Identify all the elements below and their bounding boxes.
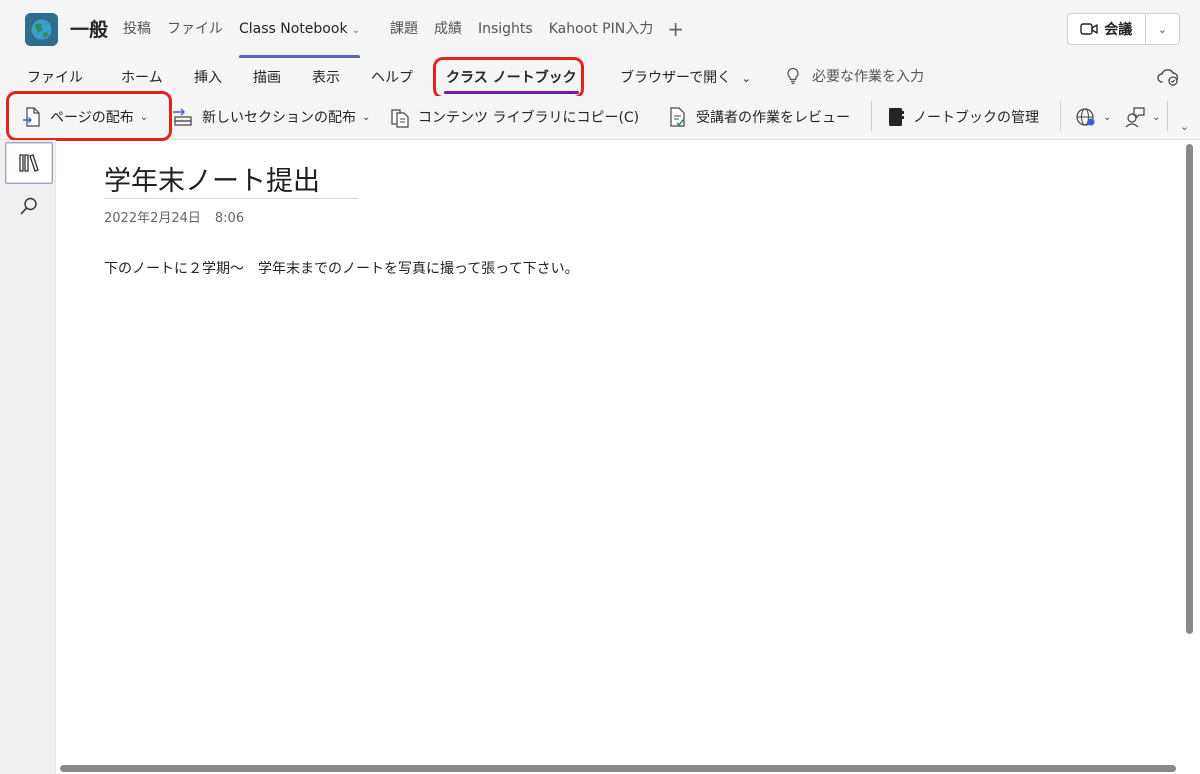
chevron-down-icon[interactable]: ⌄	[352, 25, 360, 36]
channel-tab-bar: 投稿 ファイル Class Notebook ⌄ 課題 成績 Insights K…	[115, 0, 690, 58]
distribute-section-label: 新しいセクションの配布	[202, 110, 356, 126]
tab-kahoot-pin-label: Kahoot PIN入力	[548, 21, 654, 37]
page-date: 2022年2月24日	[104, 211, 201, 226]
person-feedback-icon	[1125, 107, 1145, 128]
tab-class-notebook[interactable]: Class Notebook ⌄	[231, 0, 368, 58]
ribbon-tab-view[interactable]: 表示	[312, 67, 340, 87]
page-body-text[interactable]: 下のノートに２学期〜 学年末までのノートを写真に撮って張って下さい。	[104, 258, 579, 278]
distribute-section-icon	[173, 108, 192, 126]
tab-posts-label: 投稿	[123, 21, 151, 37]
meet-button-group: 会議 ⌄	[1067, 13, 1180, 45]
ribbon-tab-bar: ファイル ホーム 挿入 描画 表示 ヘルプ クラス ノートブック	[0, 58, 1200, 96]
copy-icon	[391, 109, 409, 128]
distribute-page-button[interactable]: ページの配布 ⌄	[22, 96, 148, 138]
tab-grades[interactable]: 成績	[426, 0, 470, 58]
open-in-browser-button[interactable]: ブラウザーで開く ⌄	[620, 67, 751, 87]
teach-assist-button[interactable]: ⌄	[1124, 96, 1160, 138]
distribute-page-icon	[23, 107, 40, 127]
manage-notebooks-label: ノートブックの管理	[913, 110, 1039, 126]
page-timestamp: 2022年2月24日 8:06	[104, 207, 244, 226]
notebooks-nav-button[interactable]	[5, 142, 53, 184]
cloud-sync-icon[interactable]	[1156, 67, 1180, 87]
meet-button-label: 会議	[1104, 22, 1133, 38]
ribbon-tab-help[interactable]: ヘルプ	[371, 67, 413, 87]
tell-me-placeholder: 必要な作業を入力	[812, 69, 924, 85]
tab-assignments[interactable]: 課題	[382, 0, 426, 58]
ribbon-tab-home[interactable]: ホーム	[121, 67, 163, 87]
chevron-down-icon: ⌄	[1157, 22, 1167, 36]
horizontal-scrollbar[interactable]	[60, 765, 1176, 772]
globe-icon	[1076, 108, 1095, 126]
page-time: 8:06	[214, 211, 245, 226]
ribbon-command-bar: ページの配布 ⌄ 新しいセクションの配布 ⌄ コンテンツ ライブラリにコピー(C…	[0, 96, 1200, 140]
open-in-browser-label: ブラウザーで開く	[620, 70, 732, 86]
team-logo-icon[interactable]	[25, 13, 58, 46]
copy-to-library-button[interactable]: コンテンツ ライブラリにコピー(C)	[390, 96, 639, 138]
navigation-rail	[0, 140, 56, 774]
tab-files-label: ファイル	[167, 21, 223, 37]
ribbon-divider	[1167, 101, 1168, 131]
chevron-down-icon: ⌄	[741, 72, 751, 85]
lightbulb-icon	[787, 67, 799, 85]
tab-grades-label: 成績	[433, 21, 462, 37]
tab-kahoot-pin[interactable]: Kahoot PIN入力	[541, 0, 662, 58]
chevron-down-icon: ⌄	[1103, 111, 1112, 123]
meet-dropdown-button[interactable]: ⌄	[1146, 14, 1179, 44]
library-icon	[19, 154, 39, 172]
ribbon-divider	[871, 101, 872, 131]
teams-channel-header: 一般 投稿 ファイル Class Notebook ⌄ 課題 成績 Insight…	[0, 0, 1200, 58]
distribute-section-button[interactable]: 新しいセクションの配布 ⌄	[172, 96, 370, 138]
review-student-work-button[interactable]: 受講者の作業をレビュー	[668, 96, 850, 138]
review-student-work-label: 受講者の作業をレビュー	[696, 110, 850, 126]
ribbon-tab-file[interactable]: ファイル	[27, 67, 83, 87]
search-nav-button[interactable]	[5, 185, 53, 227]
active-tab-underline	[444, 91, 579, 94]
search-icon	[20, 197, 37, 215]
page-title[interactable]: 学年末ノート提出	[104, 159, 320, 198]
language-button[interactable]: ⌄	[1075, 96, 1111, 138]
add-tab-button[interactable]: +	[661, 0, 690, 58]
ribbon-expand-chevron-icon[interactable]: ⌄	[1180, 120, 1189, 133]
chevron-down-icon: ⌄	[362, 111, 371, 123]
title-underline	[104, 198, 358, 199]
tab-posts[interactable]: 投稿	[115, 0, 159, 58]
tab-insights-label: Insights	[477, 21, 533, 37]
video-camera-icon	[1080, 23, 1098, 35]
tab-assignments-label: 課題	[389, 21, 418, 37]
manage-notebooks-button[interactable]: ノートブックの管理	[887, 96, 1039, 138]
vertical-scrollbar[interactable]	[1186, 144, 1193, 634]
ribbon-tab-draw[interactable]: 描画	[253, 67, 281, 87]
chevron-down-icon: ⌄	[139, 111, 149, 123]
ribbon-tab-insert[interactable]: 挿入	[194, 67, 222, 87]
tab-files[interactable]: ファイル	[159, 0, 231, 58]
ribbon-tab-class-notebook-label: クラス ノートブック	[446, 70, 577, 86]
review-icon	[670, 107, 685, 127]
channel-name: 一般	[70, 19, 109, 41]
notebook-icon	[889, 108, 904, 126]
meet-button[interactable]: 会議	[1068, 14, 1146, 44]
ribbon-tab-class-notebook[interactable]: クラス ノートブック	[444, 67, 579, 94]
tab-class-notebook-label: Class Notebook	[239, 21, 348, 37]
tell-me-search[interactable]: 必要な作業を入力	[786, 66, 924, 86]
ribbon-divider	[1060, 101, 1061, 131]
tab-insights[interactable]: Insights	[470, 0, 541, 58]
chevron-down-icon: ⌄	[1152, 111, 1161, 123]
copy-to-library-label: コンテンツ ライブラリにコピー(C)	[418, 110, 640, 126]
distribute-page-label: ページの配布	[50, 110, 134, 126]
